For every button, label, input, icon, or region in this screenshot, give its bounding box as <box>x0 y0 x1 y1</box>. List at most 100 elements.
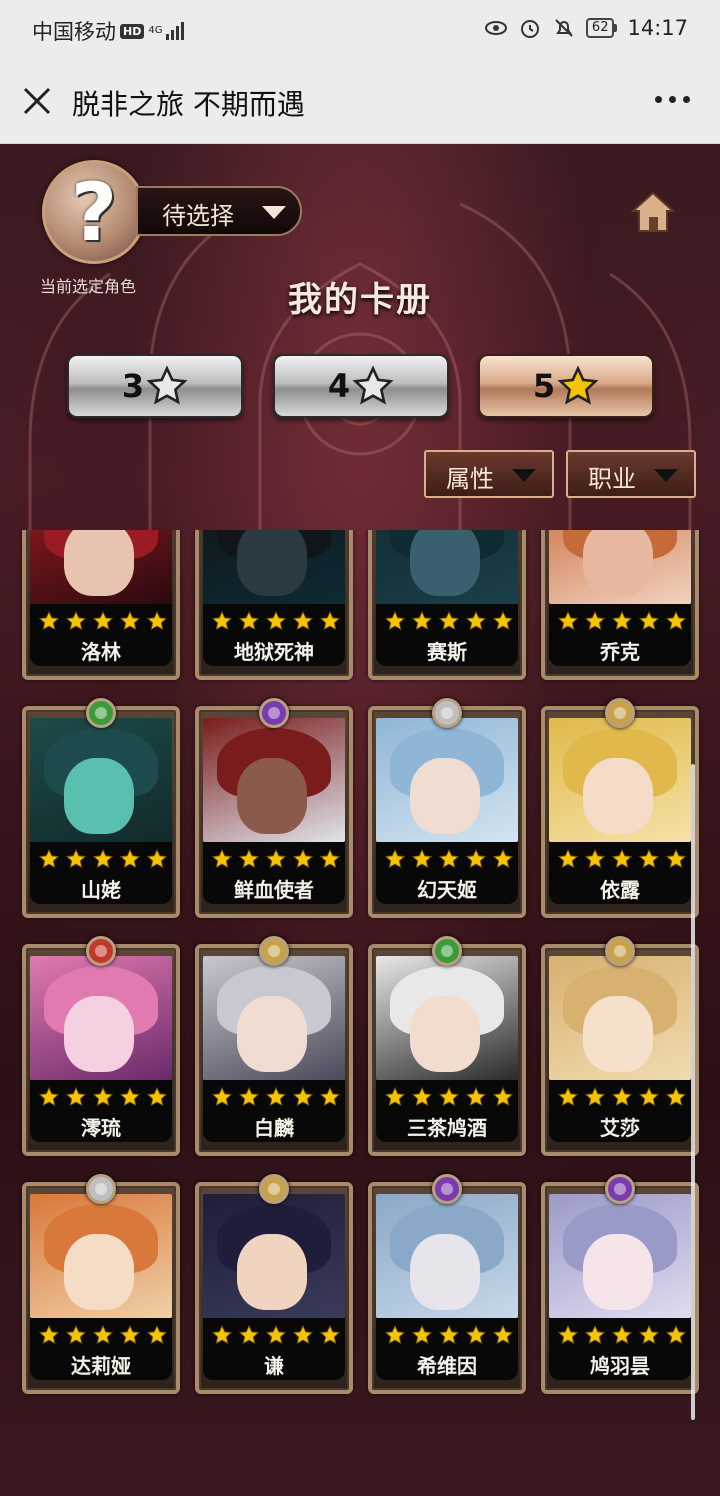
star-rating <box>557 1086 687 1108</box>
character-portrait <box>203 530 345 604</box>
card-name: 山姥 <box>81 878 121 902</box>
star-rating <box>384 610 514 632</box>
star-icon <box>638 1324 660 1345</box>
character-card[interactable]: 山姥 <box>22 698 180 918</box>
tab-4-star[interactable]: 4 <box>273 354 449 418</box>
star-icon <box>465 1086 487 1107</box>
character-portrait <box>30 530 172 604</box>
filter-attribute[interactable]: 属性 <box>424 450 554 498</box>
star-rating <box>557 610 687 632</box>
element-gem-icon <box>432 698 462 728</box>
star-icon <box>638 1086 660 1107</box>
tab-3-star[interactable]: 3 <box>67 354 243 418</box>
star-icon <box>119 848 141 869</box>
character-card[interactable]: 赛斯 <box>368 530 526 680</box>
filter-class[interactable]: 职业 <box>566 450 696 498</box>
card-name: 鸠羽昙 <box>590 1354 650 1378</box>
game-canvas: ? 待选择 当前选定角色 我的卡册 3 4 5 属性 职业 洛林 地狱死神 赛斯 乔克… <box>0 144 720 1496</box>
star-rating <box>384 1324 514 1346</box>
card-nameplate: 依露 <box>549 842 691 904</box>
star-icon <box>119 610 141 631</box>
card-name: 依露 <box>600 878 640 902</box>
card-nameplate: 鲜血使者 <box>203 842 345 904</box>
star-rating <box>211 848 341 870</box>
card-name: 白麟 <box>254 1116 294 1140</box>
character-card[interactable]: 鲜血使者 <box>195 698 353 918</box>
character-card[interactable]: 谦 <box>195 1174 353 1394</box>
card-nameplate: 艾莎 <box>549 1080 691 1142</box>
star-icon <box>292 1324 314 1345</box>
star-icon <box>557 848 579 869</box>
character-card[interactable]: 地狱死神 <box>195 530 353 680</box>
character-card[interactable]: 达莉娅 <box>22 1174 180 1394</box>
star-icon <box>92 1324 114 1345</box>
star-icon <box>411 1324 433 1345</box>
signal-icon <box>166 22 185 40</box>
element-gem-icon <box>605 698 635 728</box>
card-nameplate: 三茶鸠酒 <box>376 1080 518 1142</box>
card-nameplate: 希维因 <box>376 1318 518 1380</box>
star-icon <box>38 1086 60 1107</box>
card-nameplate: 乔克 <box>549 604 691 666</box>
card-name: 达莉娅 <box>71 1354 131 1378</box>
tab-label: 5 <box>532 367 556 405</box>
character-card[interactable]: 洛林 <box>22 530 180 680</box>
star-rating <box>384 848 514 870</box>
tab-5-star[interactable]: 5 <box>478 354 654 418</box>
page-title: 我的卡册 <box>288 280 432 320</box>
character-card[interactable]: 希维因 <box>368 1174 526 1394</box>
scrollbar[interactable] <box>691 764 695 1420</box>
star-icon <box>238 848 260 869</box>
element-gem-icon <box>432 1174 462 1204</box>
star-icon <box>238 1324 260 1345</box>
character-portrait <box>203 718 345 842</box>
card-nameplate: 洛林 <box>30 604 172 666</box>
star-rating <box>211 1086 341 1108</box>
character-selector[interactable]: 待选择 <box>136 186 302 236</box>
element-gem-icon <box>259 1174 289 1204</box>
star-icon <box>584 1086 606 1107</box>
avatar[interactable]: ? <box>42 160 146 264</box>
star-icon <box>38 1324 60 1345</box>
character-card[interactable]: 澪琉 <box>22 936 180 1156</box>
card-name: 三茶鸠酒 <box>407 1116 487 1140</box>
question-mark-icon: ? <box>70 165 118 259</box>
star-icon <box>265 610 287 631</box>
home-icon[interactable] <box>630 190 676 234</box>
status-icons: 62 14:17 <box>484 16 688 40</box>
character-card[interactable]: 白麟 <box>195 936 353 1156</box>
element-gem-icon <box>605 936 635 966</box>
star-rating <box>211 610 341 632</box>
tab-label: 3 <box>121 367 145 405</box>
card-name: 洛林 <box>81 640 121 664</box>
star-rating <box>38 610 168 632</box>
card-nameplate: 谦 <box>203 1318 345 1380</box>
close-icon[interactable] <box>20 84 54 118</box>
star-icon <box>438 1324 460 1345</box>
star-icon <box>411 848 433 869</box>
character-card[interactable]: 鸠羽昙 <box>541 1174 699 1394</box>
star-icon <box>146 610 168 631</box>
star-icon <box>265 848 287 869</box>
star-icon <box>38 610 60 631</box>
status-bar: 中国移动 HD 4G 62 14:17 <box>0 0 720 58</box>
star-icon <box>611 610 633 631</box>
star-icon <box>465 848 487 869</box>
star-rating <box>38 1086 168 1108</box>
star-icon <box>492 1086 514 1107</box>
star-icon <box>411 610 433 631</box>
star-icon <box>65 1086 87 1107</box>
battery-level: 62 <box>585 18 615 38</box>
character-card[interactable]: 幻天姬 <box>368 698 526 918</box>
character-card[interactable]: 三茶鸠酒 <box>368 936 526 1156</box>
star-icon <box>411 1086 433 1107</box>
character-card[interactable]: 艾莎 <box>541 936 699 1156</box>
character-card[interactable]: 乔克 <box>541 530 699 680</box>
character-card[interactable]: 依露 <box>541 698 699 918</box>
star-icon <box>584 1324 606 1345</box>
star-icon <box>492 848 514 869</box>
character-portrait <box>549 1194 691 1318</box>
star-icon <box>665 1086 687 1107</box>
star-icon <box>557 1086 579 1107</box>
more-icon[interactable] <box>655 96 690 103</box>
